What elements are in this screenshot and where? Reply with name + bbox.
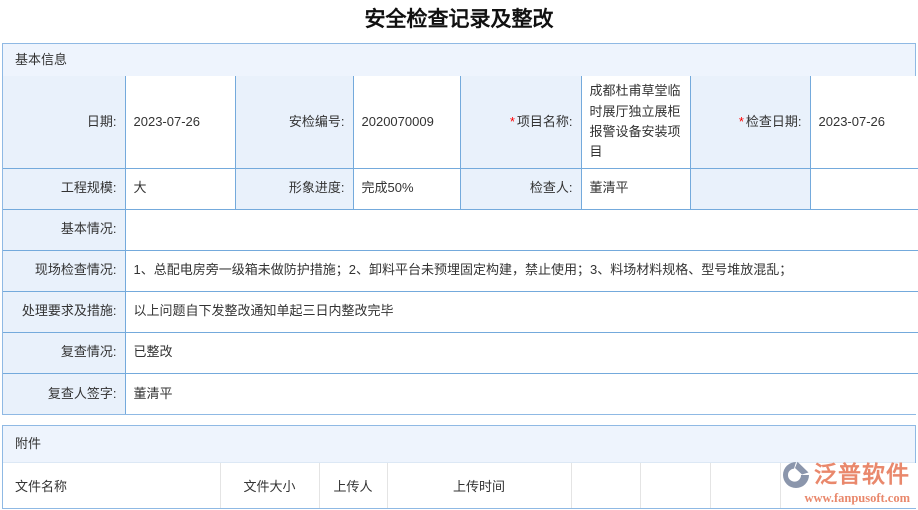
table-row: 现场检查情况: 1、总配电房旁一级箱未做防护措施；2、卸料平台未预埋固定构建，禁… [3,249,918,292]
empty-column-cell [710,463,781,508]
field-label-progress: 形象进度: [234,167,354,210]
field-label-check-date: * 检查日期: [689,76,811,169]
page-title: 安全检查记录及整改 [364,8,554,31]
table-row: 复查人签字: 董清平 [3,372,918,414]
field-label-date: 日期: [3,76,126,169]
field-label-basic-situation: 基本情况: [3,208,126,251]
field-label-inspection-no: 安检编号: [234,76,354,169]
field-label-recheck: 复查情况: [3,331,126,374]
attachments-table: 文件名称 文件大小 上传人 上传时间 [3,463,918,508]
table-row: 基本情况: [3,208,918,251]
col-header-file-name: 文件名称 [3,463,221,508]
table-row: 复查情况: 已整改 [3,331,918,374]
field-value-progress: 完成50% [352,167,461,210]
table-row: 工程规模: 大 形象进度: 完成50% 检查人: 董清平 [3,167,918,210]
field-label-measures: 处理要求及措施: [3,290,126,333]
field-value-recheck-sign: 董清平 [124,372,918,414]
col-header-file-size: 文件大小 [220,463,320,508]
basic-info-section-header: 基本信息 [3,44,915,76]
field-value-inspector: 董清平 [580,167,691,210]
field-label-text: 检查日期: [745,113,802,129]
required-asterisk: * [738,113,744,129]
attachments-section: 附件 文件名称 文件大小 上传人 上传时间 [2,425,918,509]
col-header-uploader: 上传人 [319,463,388,508]
empty-column-cell [571,463,641,508]
field-value-inspection-no: 2020070009 [352,76,461,169]
required-asterisk: * [509,113,515,129]
field-value-date: 2023-07-26 [124,76,236,169]
attachments-section-header: 附件 [3,426,915,463]
field-label-inspector: 检查人: [459,167,582,210]
empty-column-cell [640,463,711,508]
field-value-measures: 以上问题自下发整改通知单起三日内整改完毕 [124,290,918,333]
col-header-upload-time: 上传时间 [387,463,572,508]
empty-label-cell [689,167,811,210]
empty-value-cell [809,167,918,210]
field-value-check-date: 2023-07-26 [809,76,918,169]
basic-info-table: 日期: 2023-07-26 安检编号: 2020070009 * 项目名称: 成… [3,76,918,414]
table-row: 日期: 2023-07-26 安检编号: 2020070009 * 项目名称: 成… [3,76,918,169]
basic-info-section: 基本信息 日期: 2023-07-26 安检编号: 2020070009 * 项目… [2,43,918,415]
field-label-text: 项目名称: [516,113,573,129]
field-label-site-check: 现场检查情况: [3,249,126,292]
field-value-project-name: 成都杜甫草堂临时展厅独立展柜报警设备安装项目 [580,76,691,169]
field-value-recheck: 已整改 [124,331,918,374]
table-row: 处理要求及措施: 以上问题自下发整改通知单起三日内整改完毕 [3,290,918,333]
field-value-project-scale: 大 [124,167,236,210]
field-label-recheck-sign: 复查人签字: [3,372,126,414]
field-label-project-scale: 工程规模: [3,167,126,210]
field-value-basic-situation [124,208,918,251]
attachments-header-row: 文件名称 文件大小 上传人 上传时间 [3,463,918,508]
field-label-project-name: * 项目名称: [459,76,582,169]
empty-column-cell [780,463,918,508]
field-value-site-check: 1、总配电房旁一级箱未做防护措施；2、卸料平台未预埋固定构建，禁止使用；3、料场… [124,249,918,292]
